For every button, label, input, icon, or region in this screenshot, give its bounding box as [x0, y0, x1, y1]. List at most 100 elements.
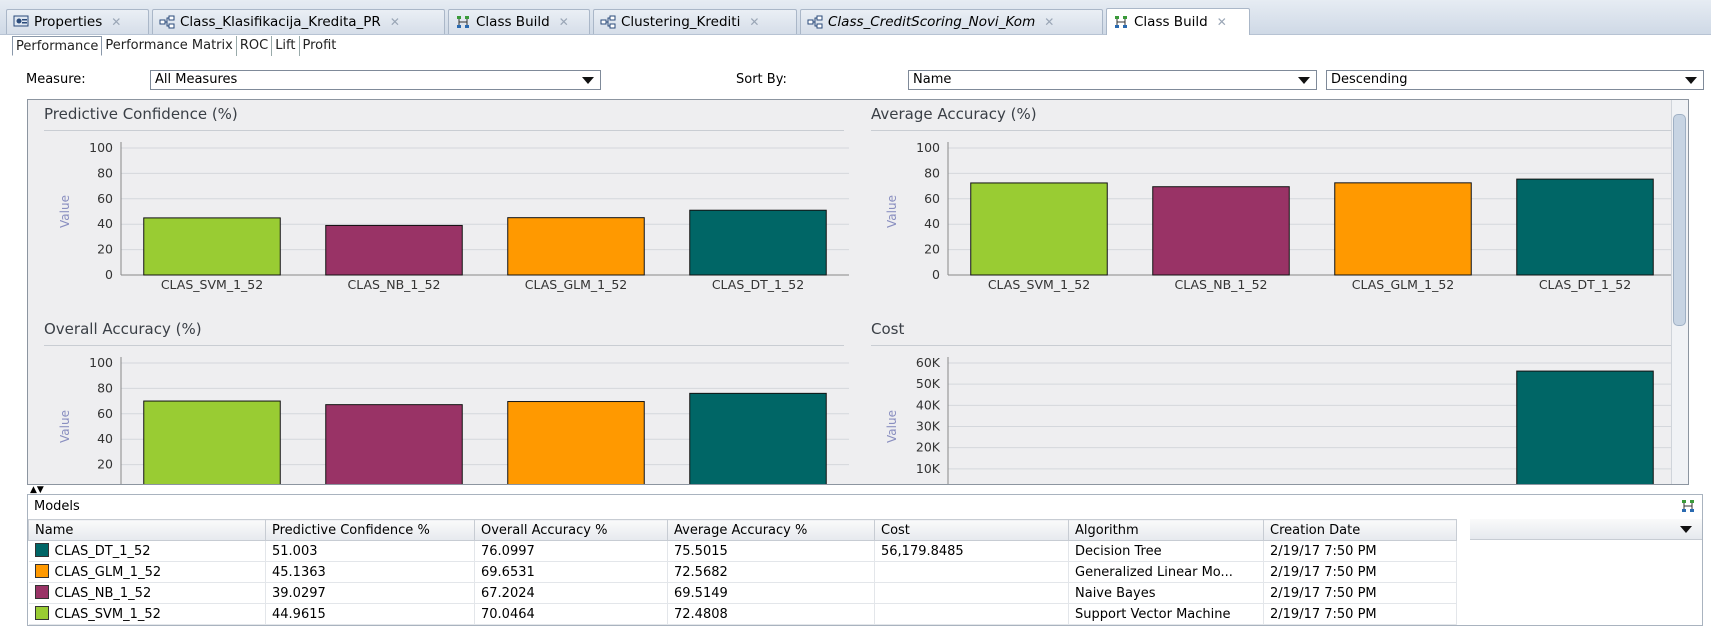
scrollbar-thumb[interactable] — [1673, 114, 1686, 326]
class-build-icon[interactable] — [1680, 498, 1696, 514]
table-cell: CLAS_NB_1_52 — [28, 582, 266, 604]
close-icon[interactable]: ✕ — [390, 15, 400, 29]
table-row[interactable]: CLAS_DT_1_52 51.003 76.0997 75.5015 56,179.8… — [28, 540, 1457, 562]
bar-clas_nb_1_52[interactable] — [325, 224, 463, 276]
column-chooser[interactable] — [1470, 519, 1702, 540]
sort-by-label: Sort By: — [736, 72, 787, 87]
tab-performance-matrix[interactable]: Performance Matrix — [102, 36, 237, 56]
column-header-average-accuracy[interactable]: Average Accuracy % — [667, 519, 875, 541]
bar-clas_svm_1_52[interactable] — [143, 217, 281, 276]
bar-clas_glm_1_52[interactable] — [507, 217, 645, 276]
view-subtabs: Performance Performance Matrix ROC Lift … — [12, 36, 339, 56]
y-tick-label: 50K — [916, 376, 941, 391]
tab-performance[interactable]: Performance — [12, 36, 103, 56]
bar-clas_svm_1_52[interactable] — [143, 400, 281, 485]
table-cell — [874, 603, 1069, 625]
bar-clas_nb_1_52[interactable] — [1152, 186, 1290, 276]
cell-text: CLAS_NB_1_52 — [54, 586, 152, 601]
bar-clas_dt_1_52[interactable] — [689, 209, 827, 276]
bar-clas_glm_1_52[interactable] — [507, 401, 645, 485]
y-tick-label: 100 — [89, 355, 113, 370]
tab-profit[interactable]: Profit — [300, 36, 340, 56]
y-tick-label: 40 — [97, 431, 113, 446]
tab-label: Class Build — [476, 14, 550, 30]
table-cell: Support Vector Machine — [1068, 603, 1264, 625]
cell-text: Support Vector Machine — [1075, 606, 1231, 622]
color-swatch — [34, 543, 49, 557]
column-header-creation-date[interactable]: Creation Date — [1263, 519, 1457, 541]
y-tick-label: 20 — [97, 457, 113, 472]
table-cell: 44.9615 — [265, 603, 475, 625]
models-table: Name Predictive Confidence % Overall Acc… — [28, 519, 1457, 625]
class-build-icon — [1115, 16, 1127, 28]
table-cell: 39.0297 — [265, 582, 475, 604]
table-row[interactable]: CLAS_NB_1_52 39.0297 67.2024 69.5149 Naive B… — [28, 582, 1457, 604]
tab-class-klasifikacija[interactable]: Class_Klasifikacija_Kredita_PR ✕ — [152, 9, 445, 34]
tab-class-build[interactable]: Class Build ✕ — [448, 9, 590, 34]
cell-text: 56,179.8485 — [881, 543, 964, 559]
cell-text: 51.003 — [272, 543, 318, 559]
table-cell: CLAS_GLM_1_52 — [28, 561, 266, 583]
tab-roc[interactable]: ROC — [237, 36, 273, 56]
close-icon[interactable]: ✕ — [749, 15, 759, 29]
table-cell: 75.5015 — [667, 540, 875, 562]
table-cell: 2/19/17 7:50 PM — [1263, 603, 1457, 625]
column-header-algorithm[interactable]: Algorithm — [1068, 519, 1264, 541]
properties-icon — [13, 15, 29, 27]
tab-properties[interactable]: Properties ✕ — [6, 9, 149, 34]
table-cell — [874, 561, 1069, 583]
cell-text: CLAS_SVM_1_52 — [54, 607, 161, 622]
cell-text: CLAS_DT_1_52 — [54, 544, 151, 559]
vertical-scrollbar[interactable] — [1671, 100, 1688, 484]
close-icon[interactable]: ✕ — [559, 15, 569, 29]
y-tick-label: 0 — [932, 482, 940, 485]
y-axis-label: Value — [58, 195, 72, 228]
sort-order-value: Descending — [1331, 72, 1408, 87]
bar-clas_dt_1_52[interactable] — [1516, 370, 1654, 485]
close-icon[interactable]: ✕ — [1217, 15, 1227, 29]
tab-lift[interactable]: Lift — [272, 36, 300, 56]
bar-clas_dt_1_52[interactable] — [689, 392, 827, 485]
bar-clas_dt_1_52[interactable] — [1516, 178, 1654, 276]
x-tick-label: CLAS_DT_1_52 — [1539, 277, 1631, 292]
models-panel: Models Name Predictive Confidence % Over… — [27, 494, 1703, 626]
table-cell: 51.003 — [265, 540, 475, 562]
close-icon[interactable]: ✕ — [1044, 15, 1054, 29]
table-row[interactable]: CLAS_GLM_1_52 45.1363 69.6531 72.5682 Genera… — [28, 561, 1457, 583]
cell-text: 44.9615 — [272, 606, 326, 622]
y-tick-label: 30K — [916, 419, 941, 434]
table-row[interactable]: CLAS_SVM_1_52 44.9615 70.0464 72.4808 Suppor… — [28, 603, 1457, 625]
table-cell: 2/19/17 7:50 PM — [1263, 582, 1457, 604]
chart-svg: 010K20K30K40K50K60KValueCLAS_SVM_1_52CLA… — [885, 355, 1676, 485]
cell-text: 67.2024 — [481, 585, 535, 601]
sort-by-dropdown[interactable]: Name — [908, 70, 1317, 90]
column-header-cost[interactable]: Cost — [874, 519, 1069, 541]
table-cell: 72.4808 — [667, 603, 875, 625]
bar-clas_nb_1_52[interactable] — [325, 404, 463, 485]
sort-order-dropdown[interactable]: Descending — [1326, 70, 1704, 90]
table-cell: CLAS_SVM_1_52 — [28, 603, 266, 625]
tab-clustering-krediti[interactable]: Clustering_Krediti ✕ — [593, 9, 797, 34]
tab-class-build-active[interactable]: Class Build ✕ — [1106, 8, 1250, 35]
y-tick-label: 60K — [916, 355, 941, 370]
cell-text: 39.0297 — [272, 585, 326, 601]
table-cell: 70.0464 — [474, 603, 668, 625]
table-cell: 72.5682 — [667, 561, 875, 583]
tab-label: Class Build — [1134, 14, 1208, 30]
y-tick-label: 20K — [916, 440, 941, 455]
bar-clas_glm_1_52[interactable] — [1334, 182, 1472, 276]
cell-text: 2/19/17 7:50 PM — [1270, 606, 1377, 622]
color-swatch — [34, 585, 49, 599]
chevron-down-icon — [1685, 77, 1697, 84]
tab-class-creditscoring[interactable]: Class_CreditScoring_Novi_Kom ✕ — [800, 9, 1103, 34]
bar-clas_svm_1_52[interactable] — [970, 182, 1108, 276]
measure-dropdown[interactable]: All Measures — [150, 70, 601, 90]
overall-accuracy-chart: Overall Accuracy (%) 020406080100ValueCL… — [44, 320, 874, 485]
close-icon[interactable]: ✕ — [111, 15, 121, 29]
cell-text: 2/19/17 7:50 PM — [1270, 585, 1377, 601]
column-header-name[interactable]: Name — [28, 519, 266, 541]
column-header-predictive-confidence[interactable]: Predictive Confidence % — [265, 519, 475, 541]
column-header-overall-accuracy[interactable]: Overall Accuracy % — [474, 519, 668, 541]
editor-tab-bar: Properties ✕ Class_Klasifikacija_Kredita… — [0, 0, 1711, 35]
y-tick-label: 80 — [97, 380, 113, 395]
